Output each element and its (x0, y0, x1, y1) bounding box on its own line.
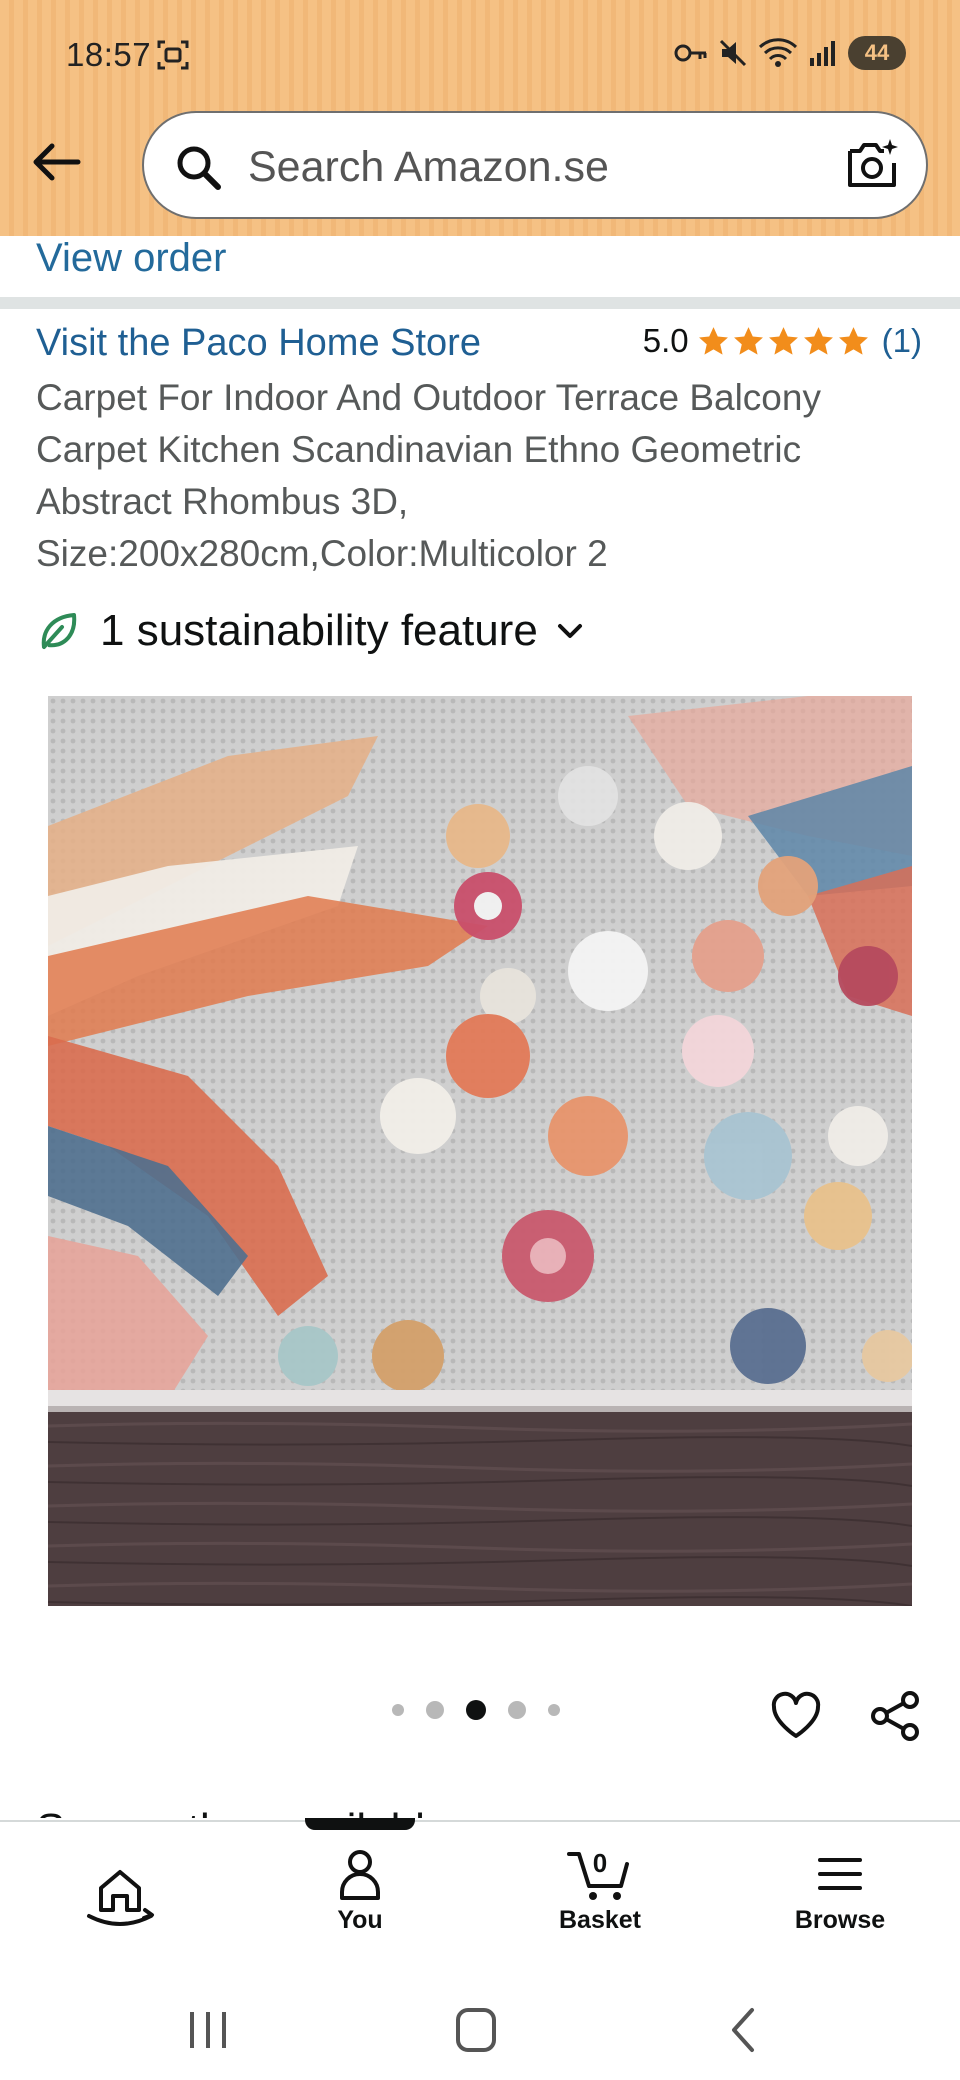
nav-browse[interactable]: Browse (760, 1844, 920, 1964)
home-button-icon[interactable] (446, 2002, 506, 2058)
carousel-dot[interactable] (392, 1704, 404, 1716)
product-title: Carpet For Indoor And Outdoor Terrace Ba… (36, 377, 821, 574)
carousel-dot[interactable] (426, 1701, 444, 1719)
wifi-icon (758, 38, 798, 67)
camera-search-icon[interactable] (842, 135, 902, 195)
heart-icon[interactable] (768, 1688, 824, 1744)
carousel-dot[interactable] (548, 1704, 560, 1716)
user-icon (340, 1850, 380, 1900)
rating-value: 5.0 (642, 322, 689, 359)
carousel-dot[interactable] (508, 1701, 526, 1719)
system-back-icon[interactable] (716, 2002, 776, 2058)
signal-icon (810, 41, 835, 66)
star-icon (698, 326, 728, 355)
view-order-link[interactable]: View order (36, 228, 226, 272)
system-nav-bar (0, 1980, 960, 2080)
section-divider (0, 297, 960, 309)
recent-apps-icon[interactable] (178, 2002, 238, 2058)
star-icon (803, 326, 833, 355)
battery-indicator: 44 (848, 36, 906, 70)
mute-icon (719, 39, 747, 67)
share-icon[interactable] (868, 1688, 924, 1744)
key-icon (674, 44, 707, 62)
nav-basket-label: Basket (559, 1906, 641, 1934)
product-rating[interactable]: 5.0 (1) (643, 322, 922, 360)
status-time: 18:57 (66, 36, 152, 73)
nav-browse-label: Browse (794, 1906, 886, 1934)
sustainability-feature-toggle[interactable]: 1 sustainability feature (36, 606, 588, 656)
sustainability-label: 1 sustainability feature (100, 606, 538, 655)
search-icon (177, 146, 221, 190)
nav-you[interactable]: You (280, 1844, 440, 1964)
rating-count[interactable]: (1) (882, 322, 922, 360)
rating-stars (697, 325, 870, 358)
leaf-icon (41, 613, 77, 649)
nav-you-label: You (337, 1906, 383, 1934)
star-icon (733, 326, 763, 355)
star-icon (768, 326, 798, 355)
store-link[interactable]: Visit the Paco Home Store (36, 322, 481, 365)
active-tab-indicator (305, 1818, 415, 1830)
product-image[interactable] (48, 696, 912, 1606)
home-icon (87, 1870, 154, 1926)
star-icon (838, 326, 868, 355)
basket-count: 0 (592, 1848, 608, 1878)
header: 18:57 44 Search Amazon.se (0, 0, 960, 236)
back-arrow-icon[interactable] (28, 134, 84, 190)
carousel-dot-active[interactable] (466, 1700, 486, 1720)
search-input[interactable]: Search Amazon.se (248, 143, 609, 192)
status-icons: 44 (674, 34, 906, 72)
screen-record-icon (157, 40, 189, 70)
search-bar[interactable]: Search Amazon.se (142, 111, 928, 219)
nav-basket[interactable]: 0 Basket (520, 1844, 680, 1964)
bottom-nav: You 0 Basket Browse (0, 1818, 960, 1980)
image-carousel-dots[interactable] (392, 1700, 560, 1720)
chevron-down-icon (557, 624, 582, 638)
nav-home[interactable] (40, 1844, 200, 1964)
menu-icon (818, 1858, 862, 1890)
next-section-heading: Some other available (36, 1798, 736, 1818)
